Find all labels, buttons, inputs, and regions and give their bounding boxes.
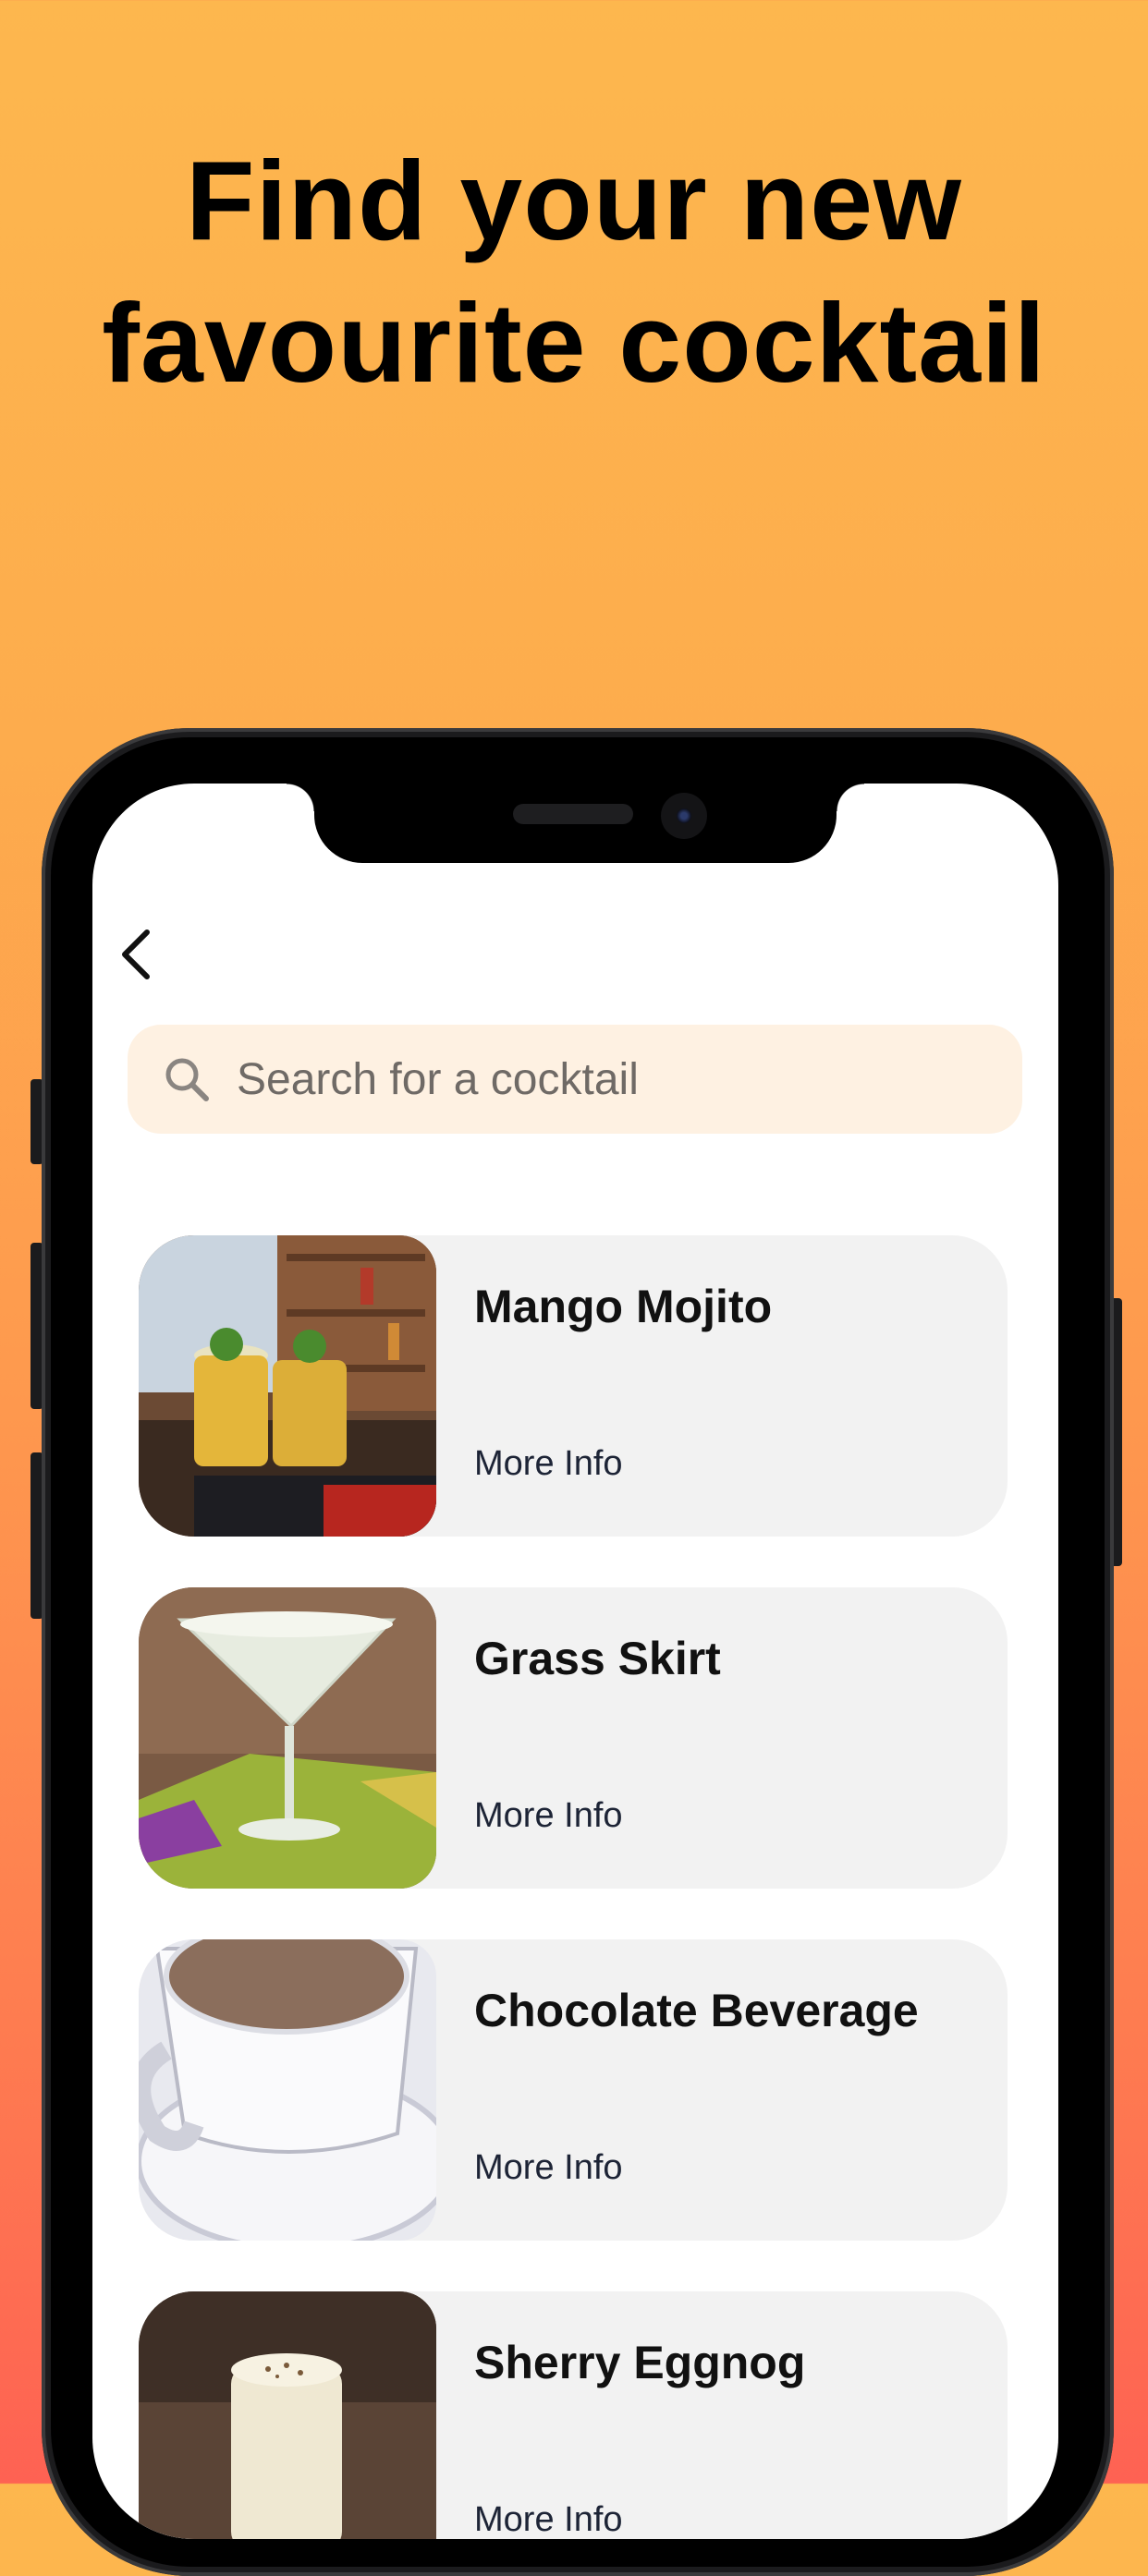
cocktail-name: Chocolate Beverage bbox=[474, 1985, 919, 2036]
app-screen: Mango Mojito More Info Grass Skirt More … bbox=[92, 784, 1058, 2539]
cocktail-card[interactable]: Chocolate Beverage More Info bbox=[139, 1939, 1008, 2241]
more-info-link[interactable]: More Info bbox=[474, 2148, 623, 2188]
more-info-link[interactable]: More Info bbox=[474, 1796, 623, 1836]
cocktail-thumbnail bbox=[139, 1587, 436, 1889]
more-info-link[interactable]: More Info bbox=[474, 2500, 623, 2539]
back-button[interactable] bbox=[113, 930, 159, 979]
cocktail-name: Mango Mojito bbox=[474, 1281, 773, 1332]
cocktail-thumbnail bbox=[139, 1235, 436, 1537]
cocktail-thumbnail bbox=[139, 2291, 436, 2539]
cocktail-name: Grass Skirt bbox=[474, 1633, 721, 1684]
headline-line-2: favourite cocktail bbox=[102, 280, 1046, 406]
cocktail-name: Sherry Eggnog bbox=[474, 2337, 806, 2388]
promo-headline: Find your new favourite cocktail bbox=[0, 129, 1148, 414]
search-input[interactable] bbox=[235, 1041, 941, 1117]
search-bar[interactable] bbox=[128, 1025, 1022, 1134]
cocktail-card[interactable]: Grass Skirt More Info bbox=[139, 1587, 1008, 1889]
front-camera bbox=[661, 793, 707, 839]
cocktail-card[interactable]: Mango Mojito More Info bbox=[139, 1235, 1008, 1537]
headline-line-1: Find your new bbox=[186, 138, 962, 263]
search-icon bbox=[159, 1051, 214, 1107]
cocktail-card[interactable]: Sherry Eggnog More Info bbox=[139, 2291, 1008, 2539]
more-info-link[interactable]: More Info bbox=[474, 1444, 623, 1484]
speaker-grille bbox=[513, 804, 633, 824]
chevron-left-icon bbox=[122, 930, 150, 979]
phone-notch bbox=[287, 784, 864, 863]
cocktail-thumbnail bbox=[139, 1939, 436, 2241]
